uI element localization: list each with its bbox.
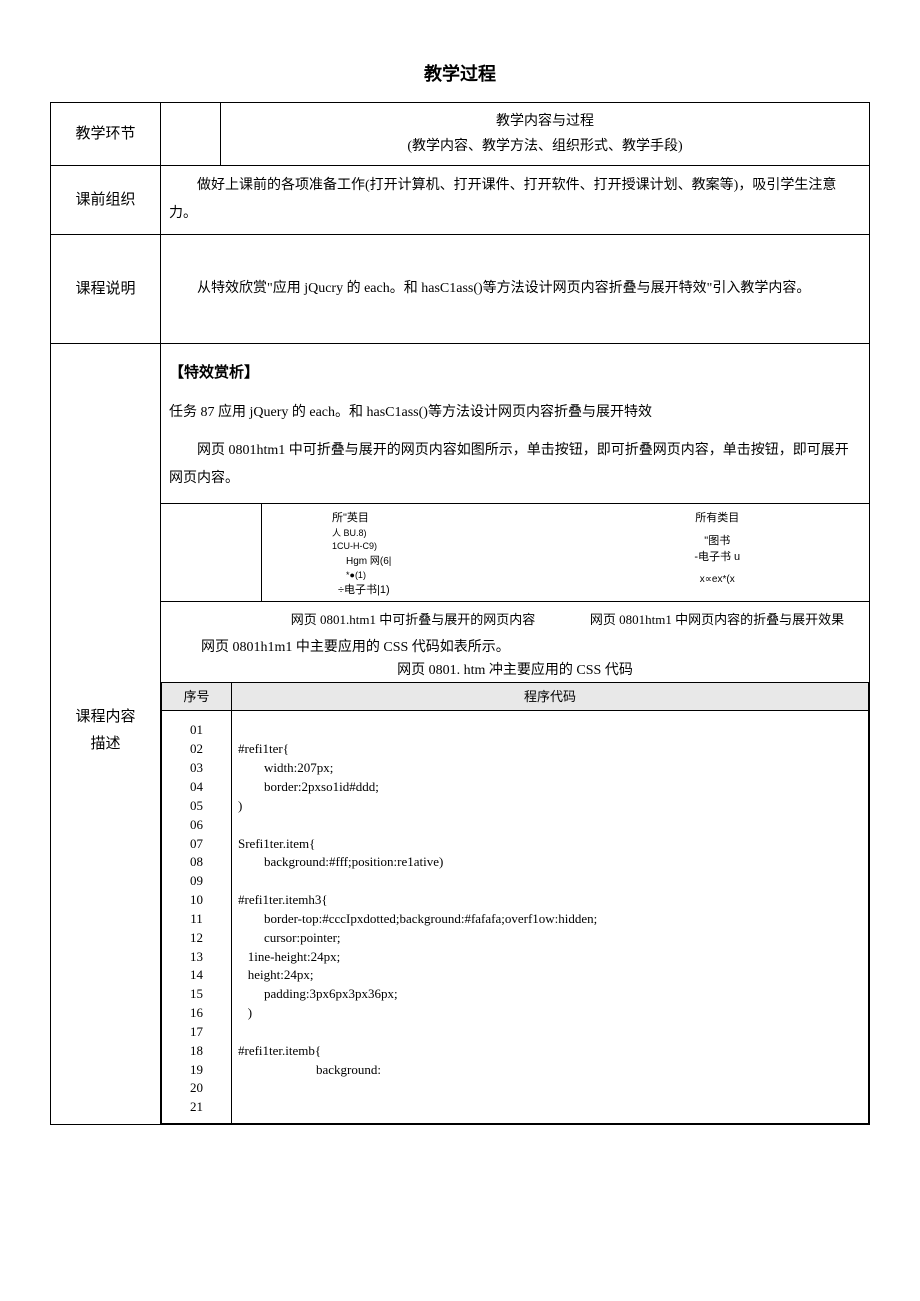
content-label-line1: 课程内容 [59, 704, 152, 731]
figure-content: 所"英目 人 BU.8) 1CU-H-C9) Hgm 网(6| *●(1) ÷电… [262, 503, 869, 601]
figure-right: 所有类目 "图书 -电子书 u x∝ex*(x [566, 508, 870, 601]
effect-heading: 【特效赏析】 [169, 360, 861, 387]
fig-r-1: 所有类目 [576, 510, 860, 527]
fig-r-3: -电子书 u [576, 549, 860, 566]
caption-row: 网页 0801.htm1 中可折叠与展开的网页内容 网页 0801htm1 中网… [161, 608, 869, 631]
sub-note: 网页 0801h1m1 中主要应用的 CSS 代码如表所示。 [201, 637, 869, 659]
pre-class-cell: 做好上课前的各项准备工作(打开计算机、打开课件、打开软件、打开授课计划、教案等)… [161, 166, 870, 235]
content-para1: 网页 0801htm1 中可折叠与展开的网页内容如图所示，单击按钮，即可折叠网页… [169, 437, 861, 493]
code-nums: 01 02 03 04 05 06 07 08 09 10 11 12 13 1… [162, 711, 232, 1124]
figure-columns: 所"英目 人 BU.8) 1CU-H-C9) Hgm 网(6| *●(1) ÷电… [262, 508, 869, 601]
course-desc-text: 从特效欣赏"应用 jQucry 的 each。和 hasC1ass()等方法设计… [169, 275, 861, 303]
fig-l-2: 人 BU.8) [332, 527, 556, 541]
header-line2: (教学内容、教学方法、组织形式、教学手段) [229, 134, 861, 159]
code-table: 序号 程序代码 01 02 03 04 05 06 07 08 09 10 11… [161, 682, 869, 1124]
pre-class-label: 课前组织 [51, 166, 161, 235]
header-col2: 教学内容与过程 (教学内容、教学方法、组织形式、教学手段) [221, 103, 870, 166]
fig-l-6: ÷电子书|1) [332, 582, 556, 599]
content-cell: 【特效赏析】 任务 87 应用 jQuery 的 each。和 hasC1ass… [161, 344, 870, 1125]
fig-r-4: x∝ex*(x [576, 572, 860, 587]
task-line: 任务 87 应用 jQuery 的 each。和 hasC1ass()等方法设计… [169, 399, 861, 427]
fig-l-1: 所"英目 [332, 510, 556, 527]
pre-class-text: 做好上课前的各项准备工作(打开计算机、打开课件、打开软件、打开授课计划、教案等)… [169, 172, 861, 228]
code-th-code: 程序代码 [232, 683, 869, 711]
page-title: 教学过程 [50, 60, 870, 86]
row-content: 课程内容 描述 【特效赏析】 任务 87 应用 jQuery 的 each。和 … [51, 344, 870, 1125]
fig-l-3: 1CU-H-C9) [332, 540, 556, 554]
code-th-num: 序号 [162, 683, 232, 711]
caption-right: 网页 0801htm1 中网页内容的折叠与展开效果 [565, 608, 869, 631]
sub-note-center: 网页 0801. htm 冲主要应用的 CSS 代码 [161, 660, 869, 682]
header-row: 教学环节 教学内容与过程 (教学内容、教学方法、组织形式、教学手段) [51, 103, 870, 166]
caption-left: 网页 0801.htm1 中可折叠与展开的网页内容 [261, 608, 565, 631]
content-label: 课程内容 描述 [51, 344, 161, 1125]
header-spacer [161, 103, 221, 166]
row-course-desc: 课程说明 从特效欣赏"应用 jQucry 的 each。和 hasC1ass()… [51, 235, 870, 344]
fig-l-4: Hgm 网(6| [332, 554, 556, 569]
header-line1: 教学内容与过程 [229, 109, 861, 134]
header-col1: 教学环节 [51, 103, 161, 166]
row-pre-class: 课前组织 做好上课前的各项准备工作(打开计算机、打开课件、打开软件、打开授课计划… [51, 166, 870, 235]
content-label-line2: 描述 [59, 731, 152, 758]
figure-block: 所"英目 人 BU.8) 1CU-H-C9) Hgm 网(6| *●(1) ÷电… [161, 503, 869, 601]
course-desc-label: 课程说明 [51, 235, 161, 344]
figure-spacer [161, 503, 262, 601]
course-desc-cell: 从特效欣赏"应用 jQucry 的 each。和 hasC1ass()等方法设计… [161, 235, 870, 344]
code-body: #refi1ter{ width:207px; border:2pxso1id#… [232, 711, 869, 1124]
lesson-table: 教学环节 教学内容与过程 (教学内容、教学方法、组织形式、教学手段) 课前组织 … [50, 102, 870, 1125]
fig-r-2: "图书 [576, 533, 860, 550]
figure-left: 所"英目 人 BU.8) 1CU-H-C9) Hgm 网(6| *●(1) ÷电… [262, 508, 566, 601]
fig-l-5: *●(1) [332, 569, 556, 583]
